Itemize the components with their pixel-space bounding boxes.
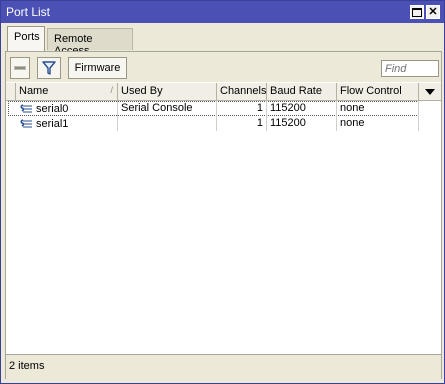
title-bar[interactable]: Port List ✕ (1, 1, 444, 23)
close-icon: ✕ (428, 5, 438, 18)
dropdown-arrow-icon (425, 88, 435, 95)
maximize-icon (412, 7, 422, 17)
toolbar: Firmware (6, 52, 441, 82)
filter-icon (42, 61, 56, 75)
ports-panel: Firmware Name / Used By Channels Baud Ra… (5, 51, 442, 379)
tab-ports[interactable]: Ports (7, 26, 45, 51)
cell-channels: 1 (217, 116, 267, 131)
close-button[interactable]: ✕ (426, 5, 440, 19)
table-header: Name / Used By Channels Baud Rate Flow C… (6, 83, 441, 101)
cell-baud-rate: 115200 (267, 101, 337, 116)
cell-baud-rate: 115200 (267, 116, 337, 131)
sort-icon: / (110, 85, 113, 95)
table-row[interactable]: serial1 1 115200 none (6, 116, 419, 131)
serial-port-icon (20, 104, 32, 113)
status-bar: 2 items (6, 354, 441, 379)
remove-button[interactable] (10, 57, 30, 79)
cell-flow-control: none (337, 101, 419, 116)
cell-name: serial1 (16, 116, 118, 131)
minus-icon (14, 66, 26, 70)
cell-used-by: Serial Console (118, 101, 217, 116)
item-count: 2 items (9, 360, 45, 372)
row-marker-header (6, 83, 16, 101)
maximize-button[interactable] (410, 5, 424, 19)
firmware-button[interactable]: Firmware (68, 57, 127, 79)
filter-button[interactable] (37, 57, 61, 79)
window-title: Port List (6, 5, 51, 19)
cell-channels: 1 (217, 101, 267, 116)
tab-remote-access[interactable]: Remote Access (47, 28, 133, 57)
cell-name: serial0 (16, 101, 118, 116)
port-list-window: Port List ✕ Ports Remote Access Firmware (0, 0, 445, 384)
column-header-used-by[interactable]: Used By (118, 83, 217, 101)
tab-bar: Ports Remote Access (1, 23, 444, 57)
column-header-channels[interactable]: Channels (217, 83, 267, 101)
find-input[interactable] (381, 60, 439, 77)
cell-used-by (118, 116, 217, 131)
column-header-baud-rate[interactable]: Baud Rate (267, 83, 337, 101)
column-header-flow-control[interactable]: Flow Control (337, 83, 419, 101)
table-row[interactable]: serial0 Serial Console 1 115200 none (6, 101, 419, 116)
cell-flow-control: none (337, 116, 419, 131)
column-header-name[interactable]: Name / (16, 83, 118, 101)
serial-port-icon (20, 119, 32, 128)
column-menu-button[interactable] (419, 83, 441, 101)
